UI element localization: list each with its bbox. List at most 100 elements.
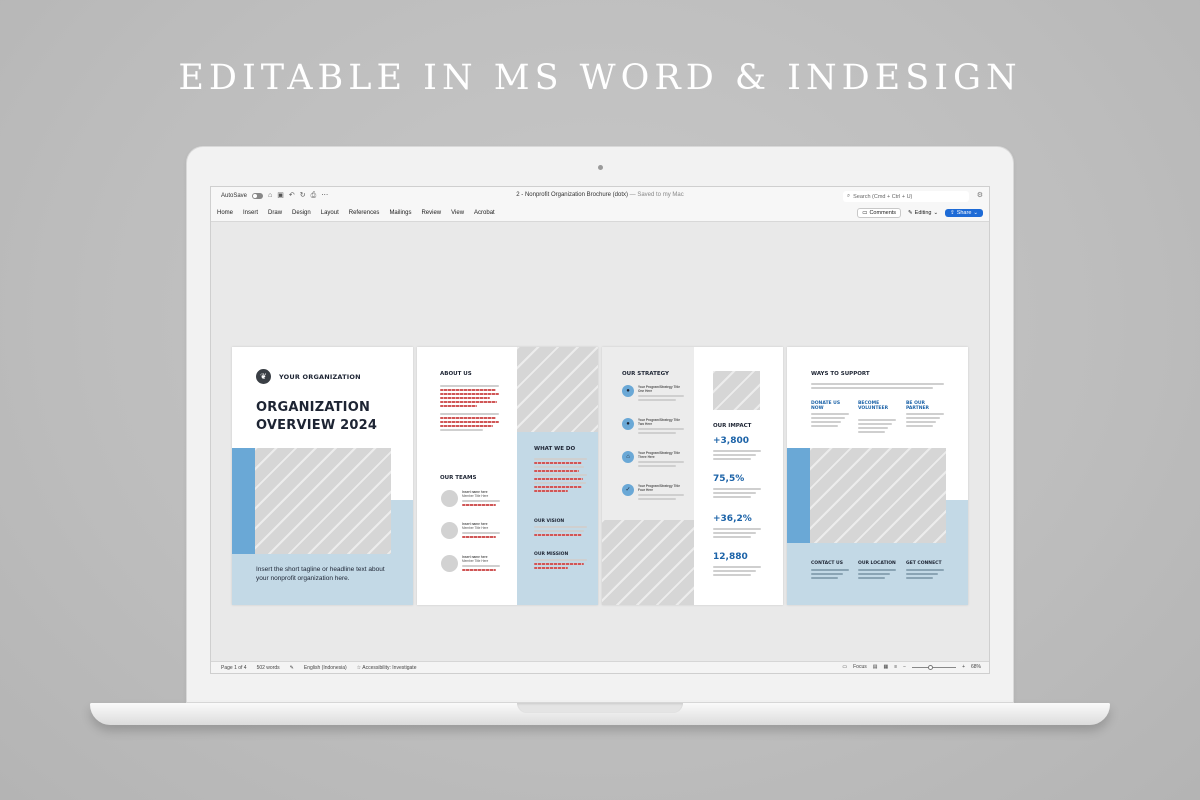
teams-heading: OUR TEAMS [440, 475, 477, 481]
impact-stat-text [713, 450, 763, 462]
editing-button[interactable]: ✎ Editing ⌄ [906, 209, 940, 217]
strategy-item: Your Program/Strategy Title Three Here [638, 451, 686, 469]
comments-button[interactable]: ▭ Comments [857, 208, 902, 218]
tab-review[interactable]: Review [421, 210, 441, 216]
impact-stat: +3,800 [713, 436, 750, 446]
proofing-icon[interactable]: ✎ [290, 665, 294, 671]
team-member: Insert name here Member Title Here [462, 555, 504, 573]
support-col-partner: BE OUR PARTNER [906, 401, 930, 411]
accessibility-icon: ☆ [356, 664, 362, 671]
ribbon: Home Insert Draw Design Layout Reference… [211, 205, 989, 222]
support-col-donate: DONATE US NOW [811, 401, 841, 411]
zoom-level[interactable]: 68% [971, 664, 981, 670]
footer-location: OUR LOCATION [858, 561, 896, 566]
tab-mailings[interactable]: Mailings [389, 210, 411, 216]
zoom-out-icon[interactable]: − [903, 664, 906, 670]
tab-design[interactable]: Design [292, 210, 311, 216]
camera-icon [598, 165, 603, 170]
cover-title-line1: ORGANIZATION [256, 400, 371, 415]
focus-label[interactable]: Focus [853, 664, 867, 670]
support-heading: WAYS TO SUPPORT [811, 371, 870, 377]
support-image-placeholder [810, 448, 946, 543]
footer-connect: GET CONNECT [906, 561, 942, 566]
immersive-reader-icon[interactable]: ≡ [894, 664, 897, 670]
what-we-do-panel: WHAT WE DO OUR VISION OUR MISSION [517, 432, 598, 605]
language[interactable]: English (Indonesia) [304, 665, 347, 671]
impact-stat-text [713, 488, 763, 500]
support-col-volunteer: BECOME VOLUNTEER [858, 401, 889, 411]
chevron-down-icon: ⌄ [933, 210, 939, 216]
tab-draw[interactable]: Draw [268, 210, 282, 216]
mission-text [534, 559, 590, 571]
page-count[interactable]: Page 1 of 4 [221, 665, 247, 671]
support-col-text [811, 413, 849, 429]
accessibility-status[interactable]: ☆ Accessibility: Investigate [357, 665, 417, 671]
page-about[interactable]: ABOUT US OUR TEAMS Insert name here Memb… [417, 347, 598, 605]
word-window: AutoSave ⌂ ▣ ↶ ↻ ⎙ ⋯ 2 - Nonprofit Organ… [210, 186, 990, 674]
focus-icon[interactable]: ▭ [842, 664, 847, 670]
footer-contact: CONTACT US [811, 561, 843, 566]
impact-stat-text [713, 528, 763, 540]
web-layout-icon[interactable]: ▦ [883, 664, 888, 670]
org-name: YOUR ORGANIZATION [279, 373, 361, 381]
cover-title-line2: OVERVIEW 2024 [256, 418, 378, 433]
tab-acrobat[interactable]: Acrobat [474, 210, 495, 216]
leaf-icon: ❦ [256, 369, 271, 384]
tab-home[interactable]: Home [217, 210, 233, 216]
cover-accent [232, 448, 255, 554]
ribbon-actions: ▭ Comments ✎ Editing ⌄ ⇪ Share ⌄ [857, 208, 983, 218]
impact-stat: 12,880 [713, 552, 748, 562]
doc-title-text: 2 - Nonprofit Organization Brochure (dot… [516, 192, 628, 198]
strategy-title: Your Program/Strategy Title Three Here [638, 451, 681, 460]
page-cover[interactable]: ❦ YOUR ORGANIZATION ORGANIZATION OVERVIE… [232, 347, 413, 605]
headline: EDITABLE IN MS WORD & INDESIGN [178, 58, 1022, 98]
saved-state[interactable]: — Saved to my Mac [630, 192, 684, 198]
view-controls: ▭ Focus ▤ ▦ ≡ − + 68% [842, 664, 981, 670]
cover-title: ORGANIZATION OVERVIEW 2024 [256, 399, 377, 435]
about-column: ABOUT US OUR TEAMS Insert name here Memb… [417, 347, 517, 605]
cover-image-placeholder [255, 448, 391, 554]
page-support[interactable]: WAYS TO SUPPORT DONATE US NOW BECOME VOL… [787, 347, 968, 605]
strategy-panel: OUR STRATEGY ● Your Program/Strategy Tit… [602, 347, 694, 520]
strategy-item: Your Program/Strategy Title Four Here [638, 484, 686, 502]
document-canvas[interactable]: ❦ YOUR ORGANIZATION ORGANIZATION OVERVIE… [211, 222, 989, 663]
tab-view[interactable]: View [451, 210, 464, 216]
title-bar: AutoSave ⌂ ▣ ↶ ↻ ⎙ ⋯ 2 - Nonprofit Organ… [211, 187, 989, 205]
mission-heading: OUR MISSION [534, 552, 569, 557]
impact-stat-text [713, 566, 763, 578]
print-layout-icon[interactable]: ▤ [873, 664, 878, 670]
footer-text [858, 569, 896, 581]
strategy-heading: OUR STRATEGY [622, 371, 669, 377]
laptop-notch [517, 703, 683, 713]
accessibility-label: Accessibility: Investigate [362, 664, 417, 671]
comments-label: Comments [869, 210, 897, 216]
what-we-do-heading: WHAT WE DO [534, 446, 576, 452]
avatar [441, 555, 458, 572]
tab-insert[interactable]: Insert [243, 210, 258, 216]
strategy-title: Your Program/Strategy Title Four Here [638, 484, 681, 493]
search-input[interactable]: ⌕ Search (Cmd + Ctrl + U) [843, 191, 969, 202]
impact-stat: +36,2% [713, 514, 752, 524]
what-we-do-list [534, 458, 590, 494]
tab-layout[interactable]: Layout [321, 210, 339, 216]
strategy-item: Your Program/Strategy Title One Here [638, 385, 686, 403]
home-icon: ⌂ [622, 451, 634, 463]
share-label: Share [956, 210, 972, 216]
share-button[interactable]: ⇪ Share ⌄ [945, 209, 983, 217]
support-intro [811, 383, 947, 391]
footer-text [811, 569, 849, 581]
cover-tagline: Insert the short tagline or headline tex… [256, 566, 385, 582]
zoom-in-icon[interactable]: + [962, 664, 965, 670]
impact-image-placeholder [713, 371, 760, 410]
zoom-thumb[interactable] [928, 664, 934, 670]
word-count[interactable]: 502 words [257, 665, 280, 671]
strategy-image-placeholder [602, 520, 694, 605]
page-strategy[interactable]: OUR STRATEGY ● Your Program/Strategy Tit… [602, 347, 783, 605]
zoom-slider[interactable] [912, 664, 957, 670]
about-text [440, 385, 502, 433]
account-icon[interactable]: ⚙ [977, 191, 983, 199]
tab-references[interactable]: References [349, 210, 380, 216]
search-placeholder: Search (Cmd + Ctrl + U) [853, 193, 913, 200]
support-col-text [858, 419, 896, 435]
strategy-title: Your Program/Strategy Title One Here [638, 385, 681, 394]
